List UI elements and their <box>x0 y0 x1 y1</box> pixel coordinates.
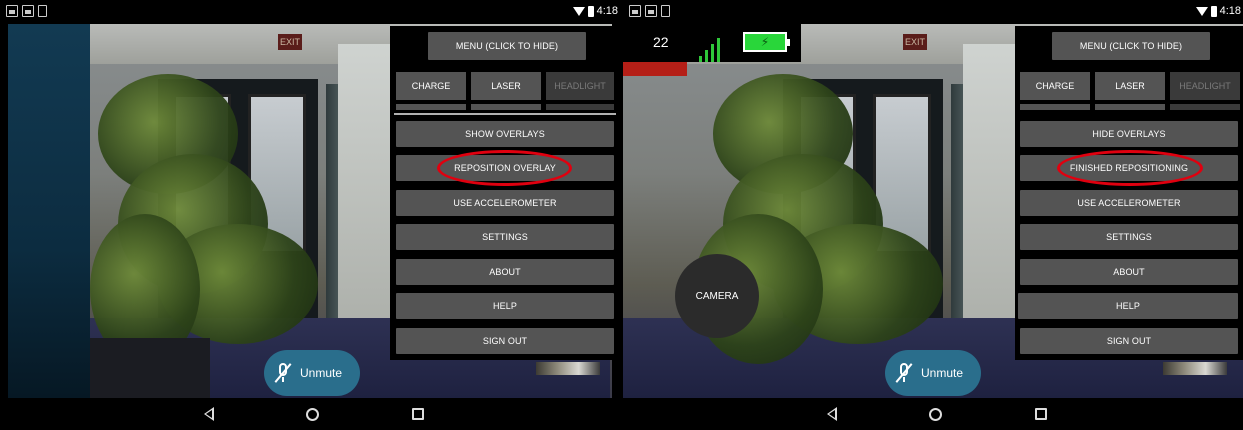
left-screen: 4:18 EXIT MENU (CLICK TO HIDE) CHARGE LA… <box>0 0 620 430</box>
recent-apps-icon[interactable] <box>1035 408 1047 420</box>
mic-off-icon <box>895 363 913 383</box>
recent-apps-icon[interactable] <box>412 408 424 420</box>
help-button[interactable]: HELP <box>396 293 614 319</box>
home-icon[interactable] <box>306 408 319 421</box>
settings-button[interactable]: SETTINGS <box>396 224 614 250</box>
unmute-label: Unmute <box>300 366 343 380</box>
unmute-button[interactable]: Unmute <box>264 350 360 396</box>
unmute-button[interactable]: Unmute <box>885 350 981 396</box>
tab-charge[interactable]: CHARGE <box>396 72 466 100</box>
reposition-overlay-button[interactable]: REPOSITION OVERLAY <box>396 155 614 181</box>
clock: 4:18 <box>1219 5 1241 17</box>
robot-battery-icon: ⚡ <box>743 32 790 52</box>
alert-indicator <box>623 62 687 76</box>
image-notification-icon <box>6 5 18 17</box>
sign-out-button[interactable]: SIGN OUT <box>1020 328 1238 354</box>
overlay-thumbnail <box>536 362 600 375</box>
device-notification-icon <box>661 5 670 17</box>
back-icon[interactable] <box>204 407 214 421</box>
battery-icon <box>1210 5 1217 17</box>
hide-overlays-button[interactable]: HIDE OVERLAYS <box>1020 121 1238 147</box>
navigation-bar <box>623 398 1243 430</box>
wifi-icon <box>572 6 585 16</box>
help-button[interactable]: HELP <box>1018 293 1238 319</box>
status-bar: 4:18 <box>623 0 1243 24</box>
navigation-bar <box>0 398 620 430</box>
wifi-icon <box>1195 6 1208 16</box>
gallery-notification-icon <box>22 5 34 17</box>
finished-repositioning-button[interactable]: FINISHED REPOSITIONING <box>1020 155 1238 181</box>
use-accelerometer-button[interactable]: USE ACCELEROMETER <box>396 190 614 216</box>
about-button[interactable]: ABOUT <box>396 259 614 285</box>
menu-toggle-button[interactable]: MENU (CLICK TO HIDE) <box>1052 32 1210 60</box>
tab-headlight: HEADLIGHT <box>546 72 614 100</box>
image-notification-icon <box>629 5 641 17</box>
charging-bolt-icon: ⚡ <box>760 35 770 49</box>
signal-strength-icon <box>699 38 720 62</box>
back-icon[interactable] <box>827 407 837 421</box>
status-bar: 4:18 <box>0 0 620 24</box>
tab-laser[interactable]: LASER <box>471 72 541 100</box>
show-overlays-button[interactable]: SHOW OVERLAYS <box>396 121 614 147</box>
sign-out-button[interactable]: SIGN OUT <box>396 328 614 354</box>
mic-off-icon <box>274 363 292 383</box>
status-hud: 22 ⚡ <box>623 24 801 62</box>
settings-button[interactable]: SETTINGS <box>1020 224 1238 250</box>
overlay-thumbnail <box>1163 362 1227 375</box>
exit-sign: EXIT <box>278 34 302 50</box>
battery-icon <box>587 5 594 17</box>
clock: 4:18 <box>596 5 618 17</box>
exit-sign: EXIT <box>903 34 927 50</box>
tab-headlight: HEADLIGHT <box>1170 72 1240 100</box>
about-button[interactable]: ABOUT <box>1020 259 1238 285</box>
tab-laser[interactable]: LASER <box>1095 72 1165 100</box>
right-screen: 4:18 EXIT 22 ⚡ MENU (CLICK TO HIDE) CHAR… <box>623 0 1243 430</box>
hud-counter: 22 <box>653 34 669 50</box>
unmute-label: Unmute <box>921 366 964 380</box>
tab-charge[interactable]: CHARGE <box>1020 72 1090 100</box>
device-notification-icon <box>38 5 47 17</box>
gallery-notification-icon <box>645 5 657 17</box>
use-accelerometer-button[interactable]: USE ACCELEROMETER <box>1020 190 1238 216</box>
home-icon[interactable] <box>929 408 942 421</box>
camera-button[interactable]: CAMERA <box>675 254 759 338</box>
menu-toggle-button[interactable]: MENU (CLICK TO HIDE) <box>428 32 586 60</box>
